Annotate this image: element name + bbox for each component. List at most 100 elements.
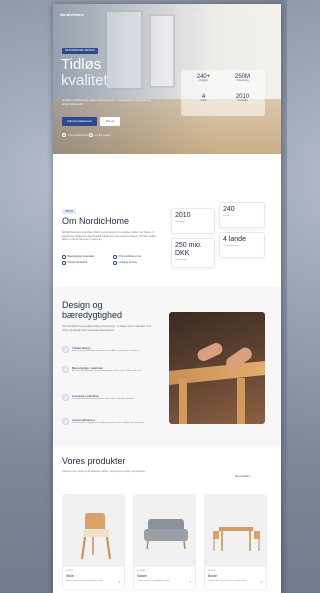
about-title: Om NordicHome	[62, 216, 130, 226]
about-stat-card: 4 lande Tilstedeværelse	[219, 232, 265, 258]
nav-links: Om os Design Bæredygtighed Produkter Kon…	[192, 12, 274, 16]
hero-stat: 250M Omsætning	[224, 74, 261, 92]
design-feature-desc: Vores møbler er bygget til at holde og l…	[72, 422, 145, 424]
design-feature: Tidløst design Enkle linjer og naturlige…	[62, 346, 148, 353]
about-stat-card: 2010 Grundlagt	[171, 208, 215, 234]
explore-collection-button[interactable]: Udforsk kollektionen	[62, 117, 97, 126]
hero-stat-label: Designs	[199, 80, 208, 82]
about-check-label: Livslang service	[118, 261, 137, 265]
top-nav: NordicHome Om os Design Bæredygtighed Pr…	[53, 4, 281, 24]
design-feature-desc: Enkle linjer og naturlige materialer, de…	[72, 350, 140, 352]
leaf-icon	[62, 133, 66, 137]
hero-stat: 240+ Designs	[185, 74, 222, 92]
hero-badge: SKANDINAVISK DESIGN	[62, 48, 98, 54]
about-check-item: FSC-certificeret træ	[113, 255, 141, 259]
design-intro: Hos NordicHome er kvalitet aldrig et kom…	[62, 325, 152, 332]
nav-link-design[interactable]: Design	[206, 12, 215, 16]
product-category: BORDE	[208, 570, 216, 572]
hero-stat-label: Lande	[200, 100, 207, 102]
hero-stat-label: Grundlagt	[237, 100, 248, 102]
product-card-chairs[interactable]: STOLE Stole Massivt egetræ og naturligt …	[62, 494, 125, 590]
hero-title-line2: kvalitet	[61, 72, 108, 89]
product-name: Sofaer	[137, 574, 147, 578]
product-card-tables[interactable]: BORDE Borde Spiseborde i massivt træ til…	[204, 494, 267, 590]
product-desc: Tidløse sofaer i bæredygtige tekstiler.	[137, 580, 171, 582]
hero-feature: FSC-certificeret træ	[62, 133, 91, 137]
design-title: Design og bæredygtighed	[62, 300, 122, 320]
about-check-item: Bæredygtige materialer	[62, 255, 94, 259]
arrow-right-icon[interactable]: ›	[190, 579, 191, 584]
about-stat-label: Omsætning	[175, 259, 187, 261]
about-check-item: Dansk håndværk	[62, 261, 87, 265]
check-icon	[113, 261, 117, 265]
about-text: NordicHome blev grundlagt i 2010 med et …	[62, 231, 156, 242]
design-feature: Ansvarlig produktion Vi producerer lokal…	[62, 394, 148, 401]
hero-section: SKANDINAVISK DESIGN Tidløs kvalitet Nord…	[53, 4, 281, 154]
product-filter-value: Alle produkter	[235, 475, 250, 478]
product-card-sofas[interactable]: SOFAER Sofaer Tidløse sofaer i bæredygti…	[133, 494, 196, 590]
hero-stats-card: 240+ Designs 250M Omsætning 4 Lande 2010…	[181, 70, 265, 116]
about-stat-card: 240 Designs	[219, 202, 265, 228]
about-check-label: FSC-certificeret træ	[118, 255, 142, 259]
hero-stat: 4 Lande	[185, 94, 222, 112]
about-badge: OM OS	[62, 209, 76, 214]
product-category: STOLE	[66, 570, 74, 572]
chevron-down-icon: ⌄	[250, 475, 253, 478]
product-name: Borde	[208, 574, 218, 578]
nav-link-contact[interactable]: Kontakt	[264, 12, 274, 16]
about-stat-value: 4 lande	[223, 236, 246, 243]
about-stat-value: 2010	[175, 212, 191, 219]
chair-image	[63, 495, 124, 567]
nav-link-sustainability[interactable]: Bæredygtighed	[220, 12, 240, 16]
hero-feature-label: 10 års garanti	[95, 133, 111, 137]
check-icon	[62, 255, 66, 259]
hero-feature: 10 års garanti	[89, 133, 111, 137]
check-icon	[113, 255, 117, 259]
table-image	[205, 495, 266, 567]
design-feature-desc: Alt vores træ kommer fra ansvarligt drev…	[72, 370, 142, 372]
hero-stat: 2010 Grundlagt	[224, 94, 261, 112]
design-feature-desc: Vi producerer lokalt og minimerer spild …	[72, 398, 135, 400]
about-check-label: Dansk håndværk	[67, 261, 88, 265]
clock-icon	[62, 346, 69, 353]
table-leg	[179, 378, 187, 424]
hero-subtitle: Nordisk møbeldesign skabt til generation…	[62, 98, 151, 106]
table-leg	[237, 378, 245, 424]
about-stat-label: Tilstedeværelse	[223, 245, 239, 247]
hero-title: Tidløs kvalitet	[61, 57, 141, 89]
products-subtitle: Udforsk vores udvalg af håndlavede møble…	[62, 470, 146, 473]
nav-link-about[interactable]: Om os	[192, 12, 201, 16]
about-stat-value: 250 mio. DKK	[175, 242, 202, 257]
design-title-line2: bæredygtighed	[62, 310, 123, 320]
craftsman-photo	[169, 312, 265, 424]
about-check-item: Livslang service	[113, 261, 137, 265]
factory-icon	[62, 394, 69, 401]
product-filter-select[interactable]: Alle produkter ⌄	[235, 475, 252, 478]
arrow-right-icon[interactable]: ›	[119, 579, 120, 584]
product-category: SOFAER	[137, 570, 146, 572]
hero-stat-label: Omsætning	[236, 80, 249, 82]
leaf-icon	[62, 366, 69, 373]
about-button[interactable]: Om os	[100, 117, 120, 126]
nav-link-products[interactable]: Produkter	[246, 12, 259, 16]
product-desc: Massivt egetræ og naturligt polstret sæd…	[66, 580, 104, 582]
sofa-image	[134, 495, 195, 567]
about-stat-label: Grundlagt	[175, 221, 185, 223]
design-title-line1: Design og	[62, 300, 103, 310]
logo[interactable]: NordicHome	[60, 12, 84, 17]
product-desc: Spiseborde i massivt træ til hverdag og …	[208, 580, 247, 582]
about-stat-value: 240	[223, 206, 235, 213]
shield-icon	[89, 133, 93, 137]
shield-icon	[62, 418, 69, 425]
design-feature: Bæredygtige materialer Alt vores træ kom…	[62, 366, 148, 373]
products-title: Vores produkter	[62, 456, 126, 466]
product-name: Stole	[66, 574, 74, 578]
hero-title-line1: Tidløs	[61, 56, 102, 73]
check-icon	[62, 261, 66, 265]
about-check-label: Bæredygtige materialer	[67, 255, 95, 259]
page: SKANDINAVISK DESIGN Tidløs kvalitet Nord…	[53, 4, 281, 593]
about-stat-label: Designs	[223, 215, 231, 217]
about-stat-card: 250 mio. DKK Omsætning	[171, 238, 215, 268]
hand	[195, 341, 225, 363]
arrow-right-icon[interactable]: ›	[261, 579, 262, 584]
